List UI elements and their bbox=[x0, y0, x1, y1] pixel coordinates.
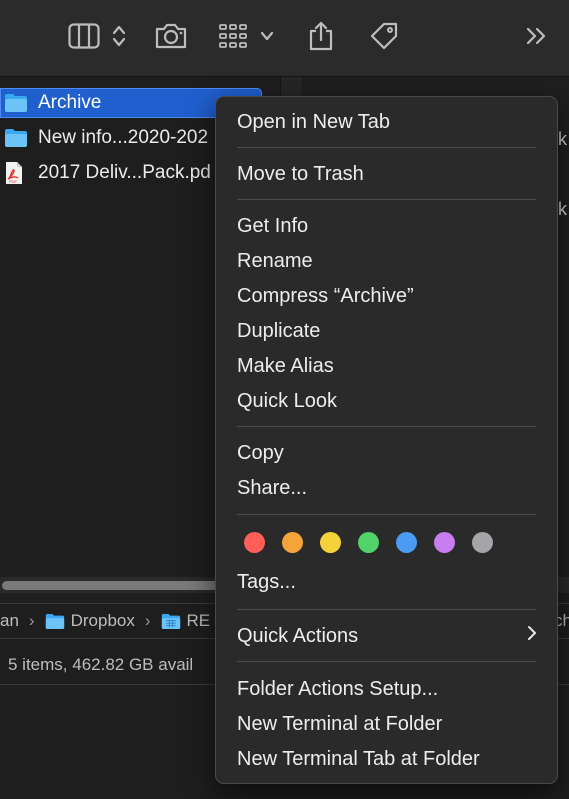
menu-item-move-to-trash[interactable]: Move to Trash bbox=[237, 159, 364, 189]
menu-item-rename[interactable]: Rename bbox=[237, 246, 313, 276]
group-by-icon[interactable] bbox=[216, 18, 250, 54]
status-text: 5 items, 462.82 GB avail bbox=[8, 655, 194, 674]
menu-separator bbox=[237, 147, 536, 148]
group-chevron-down-icon[interactable] bbox=[257, 18, 277, 54]
columns-view-icon[interactable] bbox=[66, 18, 102, 54]
share-icon[interactable] bbox=[305, 18, 337, 54]
grid-folder-icon bbox=[161, 613, 180, 629]
tag-icon[interactable] bbox=[366, 18, 402, 54]
menu-item-new-terminal-tab-at-folder[interactable]: New Terminal Tab at Folder bbox=[237, 744, 480, 774]
path-item-label: RE bbox=[186, 611, 211, 630]
chevron-right-icon: › bbox=[144, 611, 151, 630]
file-name: Archive bbox=[38, 92, 102, 113]
menu-separator bbox=[237, 199, 536, 200]
chevron-right-icon: › bbox=[28, 611, 35, 630]
tag-color-purple[interactable] bbox=[434, 532, 455, 553]
tag-color-orange[interactable] bbox=[282, 532, 303, 553]
truncated-text: k bbox=[558, 199, 567, 219]
menu-item-open-in-new-tab[interactable]: Open in New Tab bbox=[237, 107, 390, 137]
truncated-text: k bbox=[558, 129, 567, 149]
menu-item-quick-look[interactable]: Quick Look bbox=[237, 386, 337, 416]
submenu-chevron-icon bbox=[528, 626, 536, 640]
file-name: 2017 Deliv...Pack.pd bbox=[38, 162, 211, 183]
tag-color-green[interactable] bbox=[358, 532, 379, 553]
tag-color-yellow[interactable] bbox=[320, 532, 341, 553]
folder-icon bbox=[45, 613, 64, 629]
menu-separator bbox=[237, 609, 536, 610]
folder-icon bbox=[4, 93, 30, 113]
path-item-re[interactable]: RE bbox=[161, 611, 211, 631]
pdf-file-icon: PDF bbox=[4, 161, 30, 185]
menu-item-tags[interactable]: Tags... bbox=[237, 567, 296, 597]
path-item-label: Dropbox bbox=[70, 611, 135, 630]
menu-item-make-alias[interactable]: Make Alias bbox=[237, 351, 334, 381]
more-chevrons-icon[interactable] bbox=[522, 18, 552, 54]
menu-item-get-info[interactable]: Get Info bbox=[237, 211, 308, 241]
menu-item-compress[interactable]: Compress “Archive” bbox=[237, 281, 414, 311]
toolbar bbox=[0, 0, 569, 77]
menu-item-folder-actions-setup[interactable]: Folder Actions Setup... bbox=[237, 674, 438, 704]
camera-icon[interactable] bbox=[153, 18, 189, 54]
tag-color-blue[interactable] bbox=[396, 532, 417, 553]
menu-separator bbox=[237, 661, 536, 662]
menu-separator bbox=[237, 426, 536, 427]
menu-item-share[interactable]: Share... bbox=[237, 473, 307, 503]
menu-item-quick-actions[interactable]: Quick Actions bbox=[237, 621, 536, 651]
menu-item-duplicate[interactable]: Duplicate bbox=[237, 316, 320, 346]
path-item-dropbox[interactable]: Dropbox bbox=[45, 611, 135, 631]
tag-color-gray[interactable] bbox=[472, 532, 493, 553]
folder-icon bbox=[4, 128, 30, 148]
menu-item-copy[interactable]: Copy bbox=[237, 438, 284, 468]
tag-color-red[interactable] bbox=[244, 532, 265, 553]
view-options-chevrons-icon[interactable] bbox=[108, 18, 130, 54]
context-menu: Open in New Tab Move to Trash Get Info R… bbox=[215, 96, 558, 784]
path-item[interactable]: an bbox=[0, 611, 19, 631]
svg-text:PDF: PDF bbox=[9, 179, 18, 184]
menu-item-label: Quick Actions bbox=[237, 624, 359, 647]
menu-item-new-terminal-at-folder[interactable]: New Terminal at Folder bbox=[237, 709, 442, 739]
file-name: New info...2020-202 bbox=[38, 127, 209, 148]
menu-separator bbox=[237, 514, 536, 515]
